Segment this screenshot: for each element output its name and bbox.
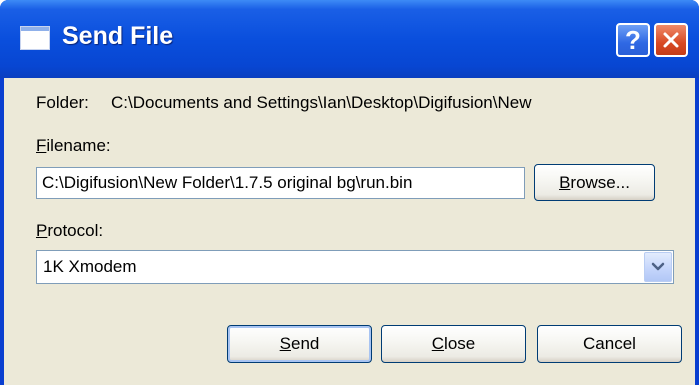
- protocol-label-mnemonic: P: [36, 221, 48, 240]
- browse-rest: rowse...: [570, 172, 630, 192]
- question-mark-icon: ?: [625, 24, 641, 55]
- browse-button[interactable]: Browse...: [534, 164, 655, 201]
- chevron-down-icon: [651, 262, 665, 271]
- dialog-body: Folder: C:\Documents and Settings\Ian\De…: [4, 78, 695, 385]
- send-file-dialog: Send File ? Folder: C:\Documents and Set…: [0, 0, 699, 385]
- protocol-select[interactable]: 1K Xmodem: [36, 250, 674, 284]
- browse-mnemonic: B: [559, 172, 571, 192]
- cancel-button[interactable]: Cancel: [537, 325, 682, 363]
- close-mnemonic: C: [431, 334, 445, 353]
- folder-path: C:\Documents and Settings\Ian\Desktop\Di…: [111, 93, 532, 112]
- help-button[interactable]: ?: [616, 23, 650, 57]
- title-bar[interactable]: Send File ?: [0, 0, 699, 78]
- close-button[interactable]: Close: [381, 325, 526, 363]
- window-icon: [20, 26, 50, 50]
- window-title: Send File: [62, 22, 174, 50]
- send-mnemonic: S: [279, 334, 291, 353]
- protocol-selected-value: 1K Xmodem: [43, 257, 137, 276]
- dropdown-button[interactable]: [644, 252, 672, 282]
- protocol-label: Protocol:: [36, 221, 103, 241]
- send-rest: end: [290, 334, 320, 353]
- filename-label-rest: ilename:: [46, 136, 111, 155]
- send-button[interactable]: Send: [227, 325, 372, 363]
- x-icon: [663, 32, 679, 48]
- filename-label: Filename:: [36, 136, 111, 156]
- filename-input[interactable]: C:\Digifusion\New Folder\1.7.5 original …: [36, 167, 525, 199]
- close-window-button[interactable]: [654, 23, 688, 57]
- folder-label: Folder:: [36, 93, 89, 112]
- protocol-label-rest: rotocol:: [47, 221, 104, 240]
- close-rest: lose: [444, 334, 476, 353]
- filename-label-mnemonic: F: [36, 136, 47, 155]
